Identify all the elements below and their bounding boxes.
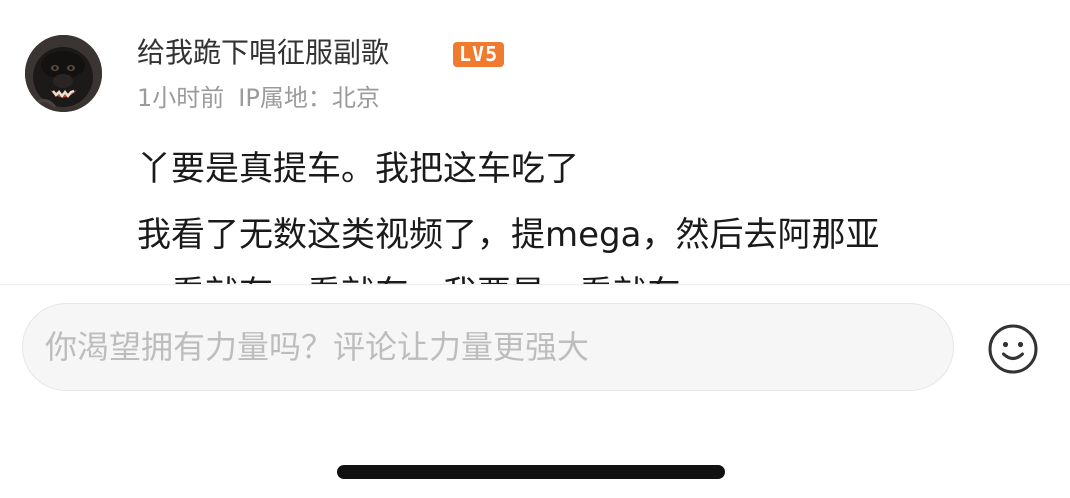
username[interactable]: 给我跪下唱征服副歌 (137, 33, 389, 73)
comment-screen: 给我跪下唱征服副歌 LV5 1小时前 IP属地：北京 丫要是真提车。我把这车吃了 … (0, 0, 1070, 498)
ip-location: IP属地：北京 (238, 84, 380, 112)
comment-text-line: 我看了无数这类视频了，提mega，然后去阿那亚 (137, 215, 880, 255)
level-badge: LV5 (453, 42, 505, 67)
smiley-face-icon (988, 324, 1038, 374)
comment-input-bar (0, 284, 1070, 498)
comment-text-line: 一看就有一看就车，我要是一看就车 (137, 270, 681, 284)
comment-meta: 1小时前 IP属地：北京 (137, 80, 380, 116)
gorilla-avatar-icon (25, 35, 102, 112)
comment-item: 给我跪下唱征服副歌 LV5 1小时前 IP属地：北京 丫要是真提车。我把这车吃了 … (0, 0, 1070, 284)
home-indicator[interactable] (337, 465, 725, 479)
avatar[interactable] (25, 35, 102, 112)
comment-time: 1小时前 (137, 84, 225, 112)
comment-text-line: 丫要是真提车。我把这车吃了 (137, 149, 579, 189)
emoji-button[interactable] (987, 323, 1039, 375)
comment-input[interactable] (22, 303, 954, 391)
